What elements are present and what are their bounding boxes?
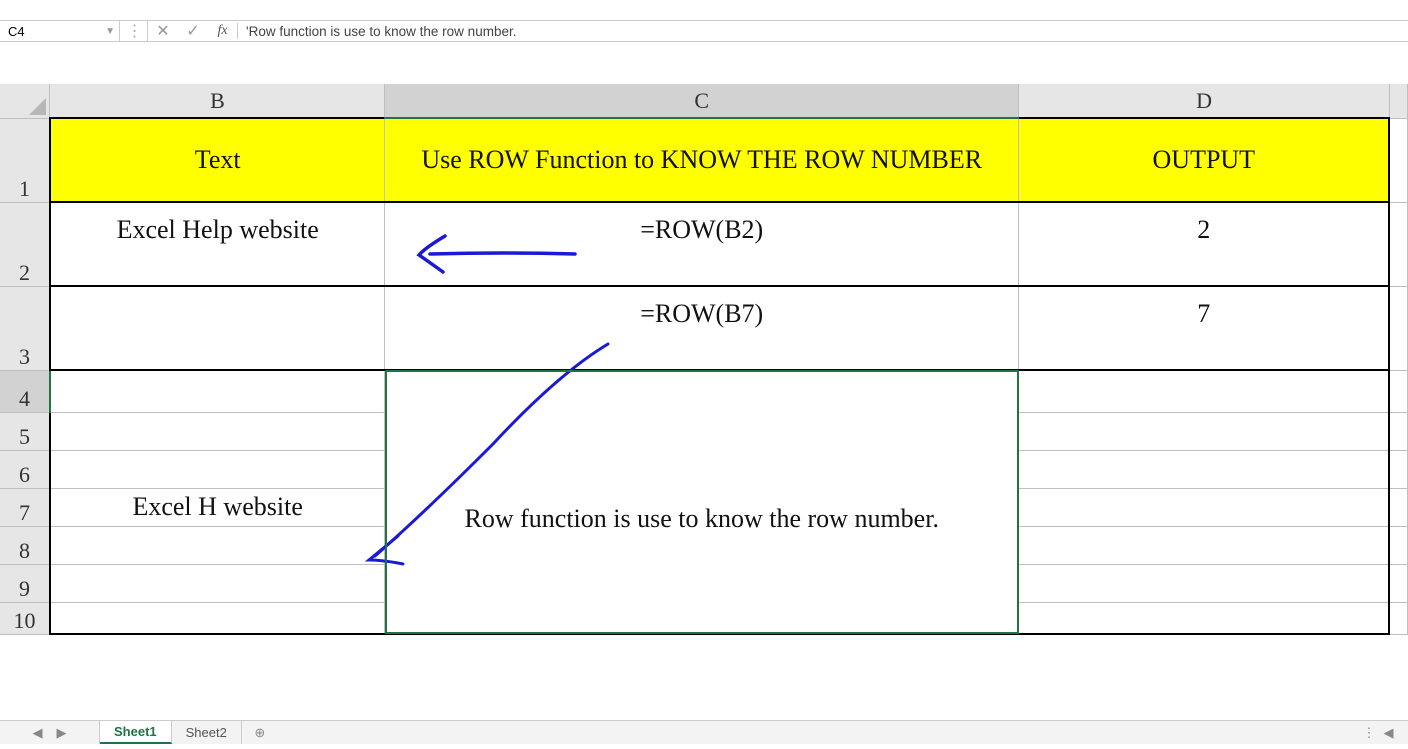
cell-D3[interactable]: 7: [1019, 286, 1390, 370]
cell-E7[interactable]: [1389, 488, 1407, 526]
cell-C3[interactable]: =ROW(B7): [385, 286, 1019, 370]
cell-E9[interactable]: [1389, 564, 1407, 602]
cell-D10[interactable]: [1019, 602, 1390, 634]
row-header-9[interactable]: 9: [0, 564, 50, 602]
cell-E8[interactable]: [1389, 526, 1407, 564]
row-1: 1 Text Use ROW Function to KNOW THE ROW …: [0, 118, 1408, 202]
row-header-2[interactable]: 2: [0, 202, 50, 286]
col-header-extra[interactable]: [1389, 84, 1407, 118]
row-header-8[interactable]: 8: [0, 526, 50, 564]
sheet-prev-icon[interactable]: ◀: [33, 725, 43, 741]
formula-bar-icons: ✕ ✓ fx: [148, 21, 238, 41]
name-box-dropdown-icon[interactable]: ▼: [105, 26, 115, 37]
cell-B1[interactable]: Text: [50, 118, 385, 202]
col-header-B[interactable]: B: [50, 84, 385, 118]
cell-E3[interactable]: [1389, 286, 1407, 370]
spreadsheet: B C D 1 Text Use ROW Function to KNOW TH…: [0, 84, 1408, 744]
sheet-next-icon[interactable]: ▶: [57, 725, 67, 741]
cell-D2[interactable]: 2: [1019, 202, 1390, 286]
formula-input[interactable]: 'Row function is use to know the row num…: [238, 21, 1408, 41]
row-header-5[interactable]: 5: [0, 412, 50, 450]
cell-B2[interactable]: Excel Help website: [50, 202, 385, 286]
row-3: 3 =ROW(B7) 7: [0, 286, 1408, 370]
cell-E2[interactable]: [1389, 202, 1407, 286]
formula-text: 'Row function is use to know the row num…: [246, 24, 516, 39]
cell-B3[interactable]: [50, 286, 385, 370]
col-header-C[interactable]: C: [385, 84, 1019, 118]
cell-D9[interactable]: [1019, 564, 1390, 602]
sheet-tab-strip: ◀ ▶ Sheet1 Sheet2 ⊕ ⋮ ◀: [0, 720, 1408, 744]
cell-D4[interactable]: [1019, 370, 1390, 412]
select-all-triangle[interactable]: [0, 84, 50, 118]
cell-D8[interactable]: [1019, 526, 1390, 564]
cell-C1[interactable]: Use ROW Function to KNOW THE ROW NUMBER: [385, 118, 1019, 202]
row-header-1[interactable]: 1: [0, 118, 50, 202]
cell-B4[interactable]: [50, 370, 385, 412]
row-header-6[interactable]: 6: [0, 450, 50, 488]
formula-bar: C4 ▼ ⋮ ✕ ✓ fx 'Row function is use to kn…: [0, 20, 1408, 42]
cell-D1[interactable]: OUTPUT: [1019, 118, 1390, 202]
hscroll-left-icon[interactable]: ◀: [1384, 725, 1394, 741]
row-header-3[interactable]: 3: [0, 286, 50, 370]
cell-B9[interactable]: [50, 564, 385, 602]
add-sheet-icon: ⊕: [254, 725, 265, 741]
formula-bar-separator: ⋮: [120, 21, 148, 41]
cell-D5[interactable]: [1019, 412, 1390, 450]
add-sheet-button[interactable]: ⊕: [242, 721, 278, 744]
fx-icon[interactable]: fx: [208, 23, 238, 39]
name-box[interactable]: C4 ▼: [0, 21, 120, 41]
row-header-10[interactable]: 10: [0, 602, 50, 634]
cell-E10[interactable]: [1389, 602, 1407, 634]
cell-D7[interactable]: [1019, 488, 1390, 526]
cell-B6[interactable]: [50, 450, 385, 488]
cell-E5[interactable]: [1389, 412, 1407, 450]
cell-C4-merged[interactable]: Row function is use to know the row numb…: [385, 370, 1019, 634]
cell-B10[interactable]: [50, 602, 385, 634]
cell-E6[interactable]: [1389, 450, 1407, 488]
sheet-nav-arrows: ◀ ▶: [0, 721, 100, 744]
col-header-D[interactable]: D: [1019, 84, 1390, 118]
sheet-tab-sheet2[interactable]: Sheet2: [172, 721, 242, 744]
row-4: 4 Row function is use to know the row nu…: [0, 370, 1408, 412]
sheet-tab-sheet1[interactable]: Sheet1: [100, 721, 172, 744]
cell-E4[interactable]: [1389, 370, 1407, 412]
cell-C2[interactable]: =ROW(B2): [385, 202, 1019, 286]
tab-strip-spacer: [278, 721, 1348, 744]
cell-E1[interactable]: [1389, 118, 1407, 202]
cell-B7[interactable]: Excel H website: [50, 488, 385, 526]
cell-B8[interactable]: [50, 526, 385, 564]
cancel-icon[interactable]: ✕: [148, 21, 178, 41]
enter-icon[interactable]: ✓: [178, 21, 208, 41]
tab-strip-scroll-hint: ⋮ ◀: [1348, 721, 1408, 744]
grid-table[interactable]: B C D 1 Text Use ROW Function to KNOW TH…: [0, 84, 1408, 635]
column-header-row: B C D: [0, 84, 1408, 118]
cell-B5[interactable]: [50, 412, 385, 450]
row-header-4[interactable]: 4: [0, 370, 50, 412]
row-2: 2 Excel Help website =ROW(B2) 2: [0, 202, 1408, 286]
name-box-value: C4: [8, 24, 25, 39]
row-header-7[interactable]: 7: [0, 488, 50, 526]
cell-D6[interactable]: [1019, 450, 1390, 488]
